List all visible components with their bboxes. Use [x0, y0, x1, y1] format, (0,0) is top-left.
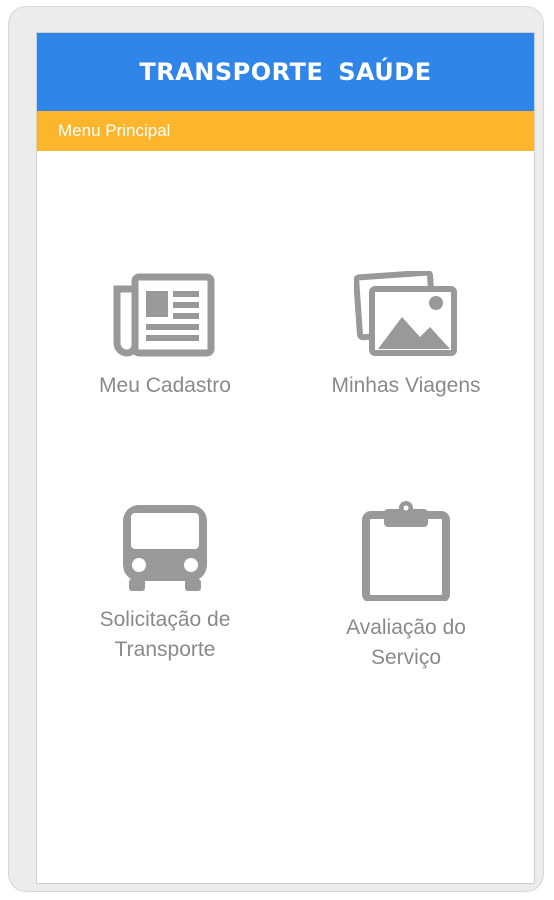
- menu-item-meu-cadastro[interactable]: Meu Cadastro: [50, 271, 280, 401]
- menu-item-label: Meu Cadastro: [99, 374, 231, 397]
- menu-item-avaliacao-servico[interactable]: Avaliação do Serviço: [291, 501, 521, 673]
- menu-item-solicitacao-transporte[interactable]: Solicitação de Transporte: [50, 501, 280, 665]
- menu-item-label: Avaliação do Serviço: [346, 616, 466, 669]
- app-screen: TRANSPORTE SAÚDE Menu Principal Meu Cada…: [36, 32, 535, 884]
- menu-item-label: Minhas Viagens: [331, 374, 481, 397]
- photos-icon: [354, 271, 457, 356]
- bus-icon: [123, 505, 207, 591]
- device-frame: TRANSPORTE SAÚDE Menu Principal Meu Cada…: [8, 6, 544, 892]
- app-bar: TRANSPORTE SAÚDE: [37, 33, 534, 111]
- clipboard-icon: [362, 501, 450, 601]
- menu-item-label: Solicitação de Transporte: [99, 608, 231, 661]
- newspaper-icon: [113, 273, 215, 357]
- app-title: TRANSPORTE SAÚDE: [139, 58, 432, 86]
- section-title: Menu Principal: [58, 121, 171, 140]
- menu-item-minhas-viagens[interactable]: Minhas Viagens: [291, 271, 521, 401]
- section-bar: Menu Principal: [37, 111, 534, 151]
